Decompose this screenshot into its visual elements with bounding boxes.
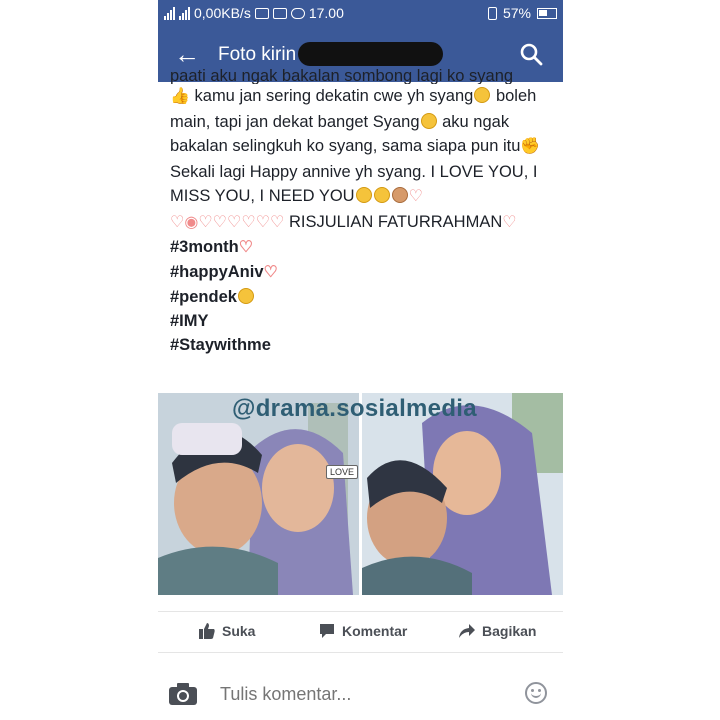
heart-icon-8: ♡ bbox=[502, 213, 517, 231]
battery-percent: 57% bbox=[502, 5, 531, 21]
heart-icon-4: ♡ bbox=[212, 213, 227, 231]
hashtag-pendek[interactable]: #pendek bbox=[170, 285, 555, 309]
photo-left-image bbox=[158, 393, 359, 595]
battery-icon bbox=[537, 7, 557, 19]
signal-icon-2 bbox=[179, 6, 190, 20]
heart-icon-3: ♡ bbox=[198, 213, 213, 231]
expressionless-face-icon bbox=[420, 112, 437, 129]
couple-icon bbox=[391, 187, 408, 203]
status-bar: 0,00KB/s 17.00 57% bbox=[158, 0, 563, 28]
post-body: 👍 kamu jan sering dekatin cwe yh syang b… bbox=[170, 84, 555, 235]
clipped-line: paati aku ngak bakalan sombong lagi ko s… bbox=[170, 67, 514, 84]
comment-button[interactable]: Komentar bbox=[318, 622, 407, 640]
post-segment-5: RISJULIAN FATURRAHMAN bbox=[284, 212, 503, 231]
signal-icon bbox=[164, 6, 175, 20]
net-speed: 0,00KB/s bbox=[194, 5, 251, 21]
kiss-face-icon-2 bbox=[373, 187, 390, 203]
search-icon[interactable] bbox=[519, 42, 543, 66]
phone-screen: 0,00KB/s 17.00 57% ← Foto kirin paati ak… bbox=[158, 0, 563, 720]
like-label: Suka bbox=[222, 623, 256, 639]
watermark: @drama.sosialmedia bbox=[232, 395, 477, 422]
grin-face-icon bbox=[237, 288, 254, 304]
image-icon bbox=[272, 7, 287, 19]
photo-right-image bbox=[362, 393, 563, 595]
heart-arrow-icon: ♡ bbox=[255, 213, 271, 231]
page-title: Foto kirin bbox=[218, 44, 297, 65]
post-text: paati aku ngak bakalan sombong lagi ko s… bbox=[170, 64, 555, 357]
cloud-icon bbox=[290, 7, 305, 19]
photo-left[interactable]: LOVE bbox=[158, 393, 359, 595]
hashtag-happyaniv[interactable]: #happyAniv♡ bbox=[170, 260, 555, 285]
heart-icon-5: ♡ bbox=[227, 213, 242, 231]
heart-icon-2: ♡ bbox=[170, 213, 185, 231]
action-bar: Suka Komentar Bagikan bbox=[158, 611, 563, 653]
vibrate-icon bbox=[487, 6, 497, 20]
post-segment-4: Sekali lagi Happy annive yh syang. I LOV… bbox=[170, 162, 538, 206]
comment-icon bbox=[320, 624, 334, 638]
emoji-icon[interactable] bbox=[525, 682, 547, 704]
post-segment-1: kamu jan sering dekatin cwe yh syang bbox=[194, 87, 474, 105]
comment-bar bbox=[158, 666, 563, 720]
kiss-face-icon bbox=[355, 187, 372, 203]
heart-icon: ♡ bbox=[408, 188, 423, 205]
heart-icon-7: ♡ bbox=[270, 213, 285, 231]
bbm-icon bbox=[254, 7, 269, 19]
lips-icon: ◉ bbox=[184, 213, 199, 231]
share-button[interactable]: Bagikan bbox=[458, 622, 536, 640]
heart-arrow-icon-2: ♡ bbox=[263, 264, 278, 281]
like-icon bbox=[199, 623, 215, 639]
comment-label: Komentar bbox=[342, 623, 408, 639]
love-sticker: LOVE bbox=[326, 465, 359, 479]
clock: 17.00 bbox=[308, 5, 344, 21]
photo-collage[interactable]: LOVE @drama.sosialmedia bbox=[158, 393, 563, 595]
share-arrow-icon bbox=[459, 624, 475, 638]
camera-icon[interactable] bbox=[168, 682, 198, 706]
hashtag-staywithme[interactable]: #Staywithme bbox=[170, 333, 555, 357]
comment-input[interactable] bbox=[218, 679, 512, 709]
photo-right[interactable] bbox=[362, 393, 563, 595]
hashtag-3month[interactable]: #3month♡ bbox=[170, 235, 555, 260]
like-button[interactable]: Suka bbox=[198, 622, 255, 640]
redaction-mark bbox=[298, 42, 443, 66]
heart-icon-9: ♡ bbox=[238, 239, 254, 256]
fist-icon: ✊ bbox=[520, 138, 541, 155]
thumbs-up-icon: 👍 bbox=[170, 88, 190, 105]
hashtag-imy[interactable]: #IMY bbox=[170, 309, 555, 333]
heart-icon-6: ♡ bbox=[241, 213, 256, 231]
worried-face-icon bbox=[474, 87, 491, 103]
share-label: Bagikan bbox=[482, 623, 537, 639]
